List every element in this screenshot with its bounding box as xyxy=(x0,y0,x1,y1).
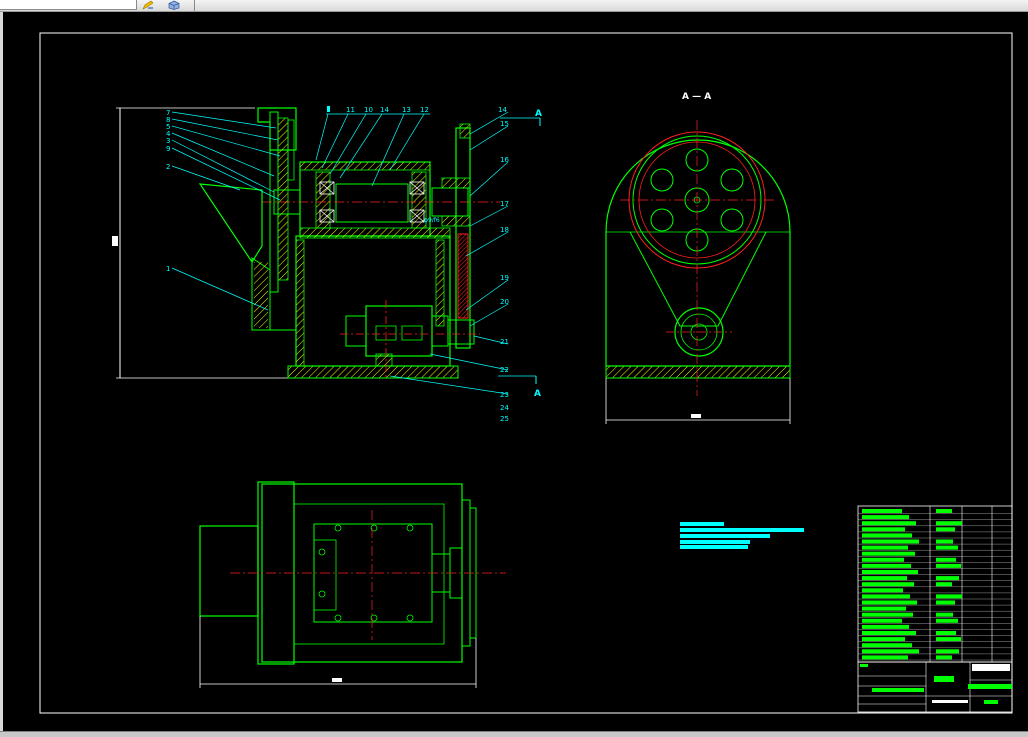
drawing-canvas[interactable]: 7 8 5 4 3 9 2 1 11 10 14 13 12 14 15 16 … xyxy=(3,12,1028,731)
command-input[interactable] xyxy=(0,0,137,10)
side-view-a-a: A — A xyxy=(605,92,791,424)
height-dimension-text xyxy=(112,236,118,246)
callout-label: 2 xyxy=(166,163,170,171)
callout-label: 21 xyxy=(500,338,509,346)
status-bar xyxy=(0,731,1028,737)
callout-label: 22 xyxy=(500,366,509,374)
callout-label: 15 xyxy=(500,120,509,128)
top-view xyxy=(199,481,506,688)
section-title: A — A xyxy=(682,92,711,102)
callout-label: 14 xyxy=(498,106,507,114)
technical-notes xyxy=(680,522,804,549)
callout-label: 12 xyxy=(420,106,429,114)
toolbar xyxy=(0,0,1028,12)
section-mark-bottom: A xyxy=(534,389,541,399)
callout-label: 13 xyxy=(402,106,411,114)
cube-icon[interactable] xyxy=(168,0,180,10)
drawing-border xyxy=(39,32,1013,714)
tool-rest xyxy=(198,183,263,264)
frame-body xyxy=(295,235,451,367)
width-dimension-text xyxy=(691,414,701,418)
front-section-view: 7 8 5 4 3 9 2 1 11 10 14 13 12 14 15 16 … xyxy=(112,106,542,423)
section-mark-top: A xyxy=(535,109,542,119)
callout-label: 9 xyxy=(166,145,170,153)
callout-label: 11 xyxy=(346,106,355,114)
belt xyxy=(457,233,469,319)
spindle xyxy=(335,183,409,223)
pencil-icon[interactable] xyxy=(142,0,154,10)
length-dimension-text xyxy=(332,678,342,682)
callout-label: 18 xyxy=(500,226,509,234)
callout-label: 20 xyxy=(500,298,509,306)
parts-list xyxy=(857,505,1013,663)
callout-label: 25 xyxy=(500,415,509,423)
toolbar-separator xyxy=(194,0,195,11)
callout-label: 23 xyxy=(500,391,509,399)
callout-label: 19 xyxy=(500,274,509,282)
base-plate xyxy=(287,365,459,379)
callout-label: 3 xyxy=(166,137,170,145)
callout-label: 16 xyxy=(500,156,509,164)
callout-label: 14 xyxy=(380,106,389,114)
callout-label: 1 xyxy=(166,265,170,273)
title-block xyxy=(857,661,1013,713)
callout-label: 17 xyxy=(500,200,509,208)
cad-drawing: 7 8 5 4 3 9 2 1 11 10 14 13 12 14 15 16 … xyxy=(39,32,1013,714)
wheel-guard xyxy=(257,107,297,151)
callout-label: 10 xyxy=(364,106,373,114)
callout-label: 24 xyxy=(500,404,509,412)
fit-note: φ9/f6 xyxy=(424,217,440,224)
grinding-wheel xyxy=(277,117,289,281)
side-base xyxy=(605,365,791,379)
